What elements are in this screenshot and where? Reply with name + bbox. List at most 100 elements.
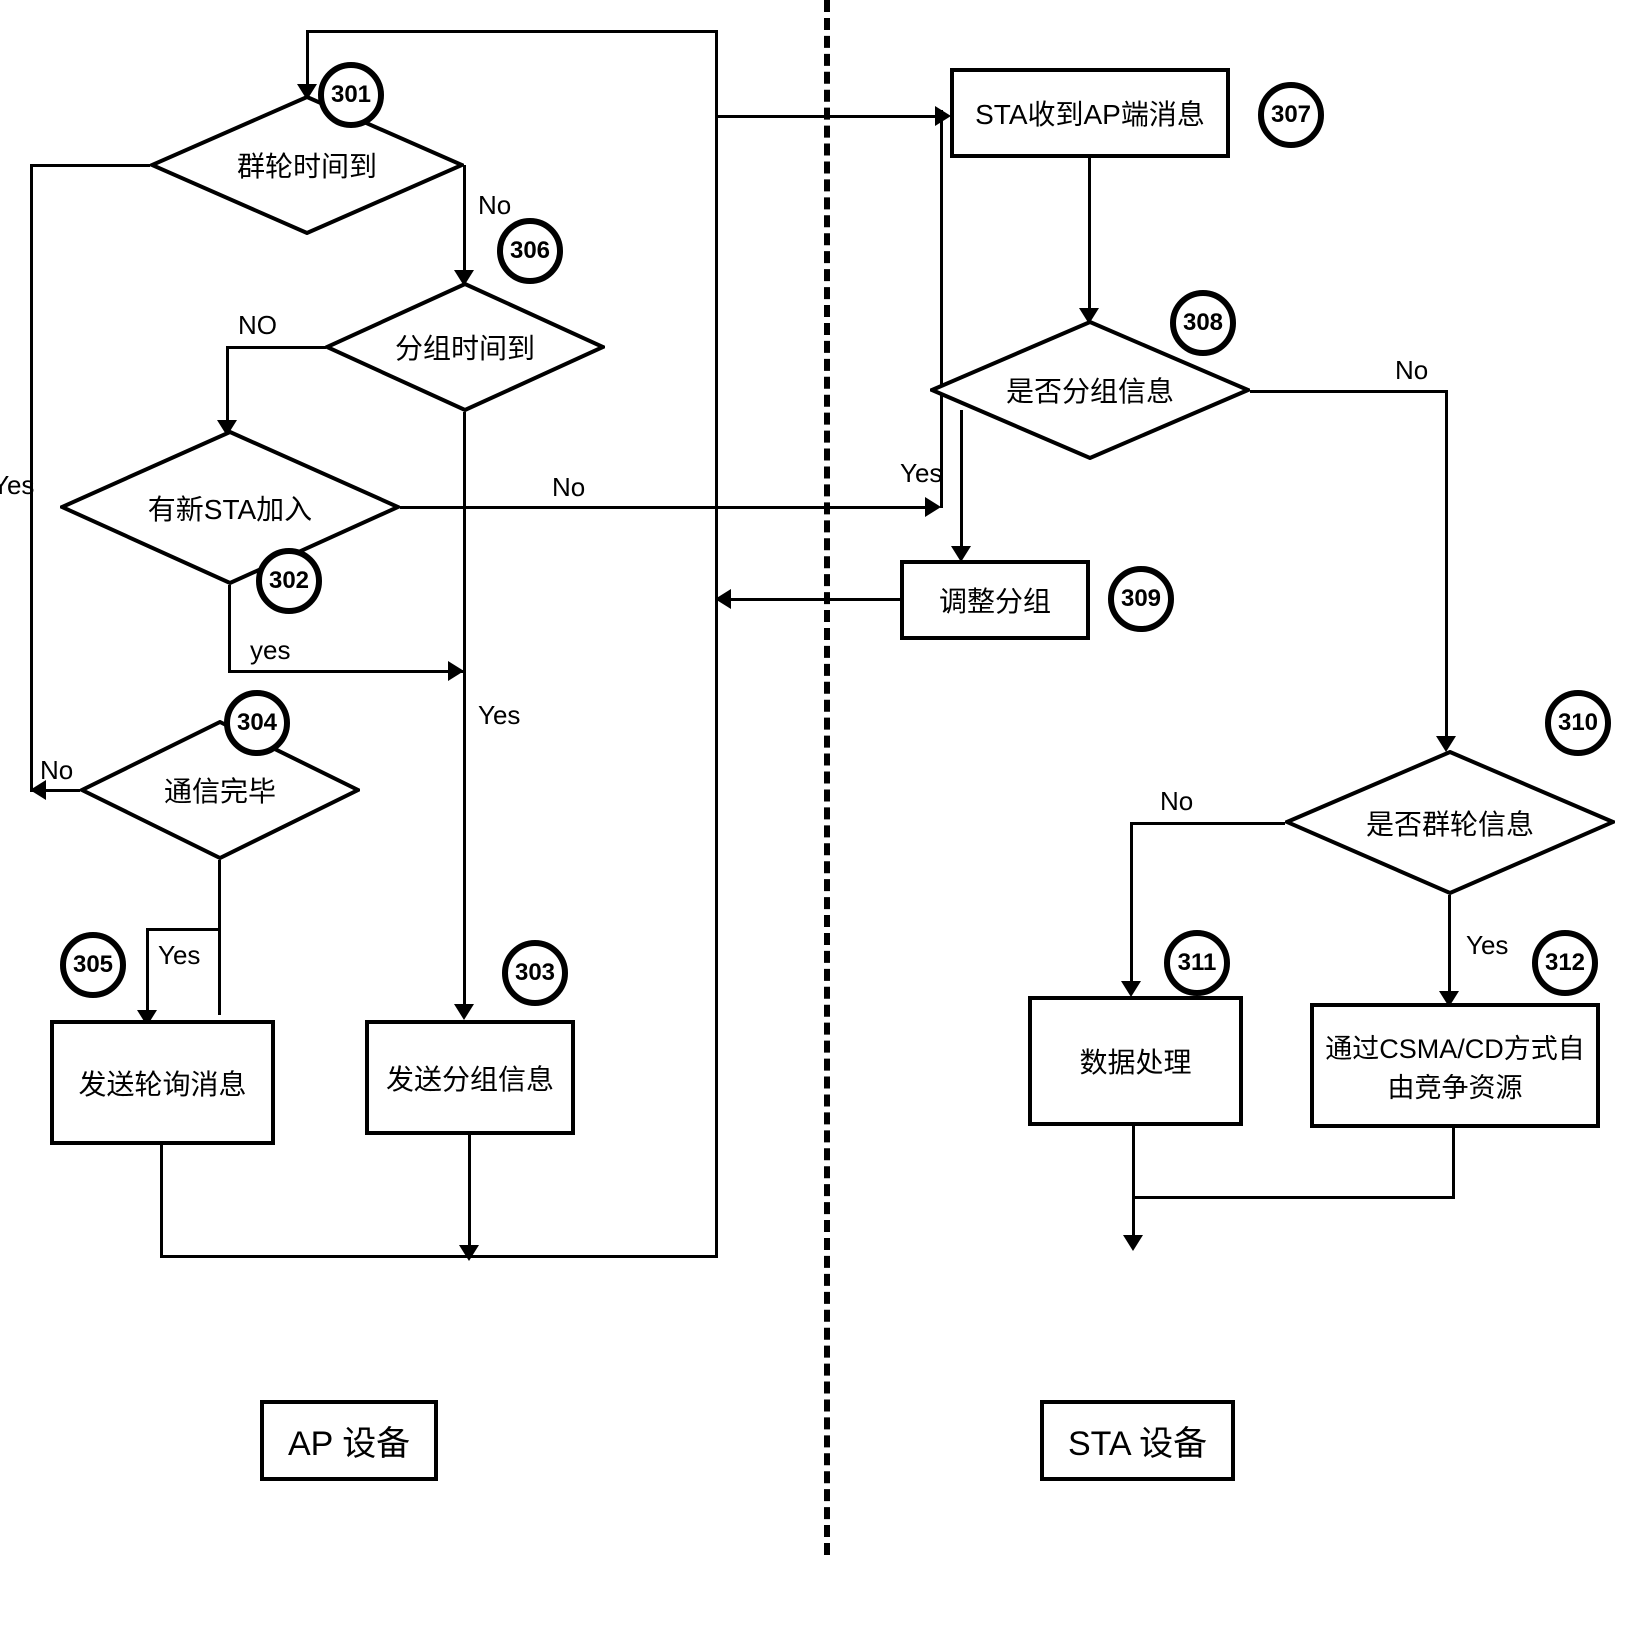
process-data-processing: 数据处理: [1028, 996, 1243, 1126]
ref-num: 305: [73, 951, 113, 979]
connector: [1132, 1126, 1135, 1241]
node-text: 是否群轮信息: [1366, 803, 1534, 843]
ref-num: 311: [1178, 949, 1217, 977]
process-send-packet-info: 发送分组信息: [365, 1020, 575, 1135]
ref-circle-310: 310: [1545, 690, 1611, 756]
arrow-icon: [935, 106, 951, 126]
connector: [30, 164, 150, 167]
connector: [960, 410, 963, 550]
connector: [228, 585, 231, 670]
arrow-icon: [448, 661, 464, 681]
arrow-icon: [715, 589, 731, 609]
decision-is-group-poll-info: 是否群轮信息: [1285, 750, 1615, 895]
node-text: 通过CSMA/CD方式自由竞争资源: [1318, 1027, 1592, 1105]
node-text: 发送轮询消息: [78, 1063, 246, 1103]
ref-num: 308: [1183, 309, 1223, 337]
sta-device-label: STA 设备: [1040, 1400, 1235, 1481]
decision-new-sta-join: 有新STA加入: [60, 430, 400, 585]
edge-label-yes: Yes: [478, 700, 520, 731]
connector: [306, 30, 715, 33]
ref-num: 302: [269, 567, 309, 595]
ref-circle-306: 306: [497, 218, 563, 284]
connector: [306, 30, 309, 90]
connector: [1132, 1196, 1455, 1199]
ref-circle-311: 311: [1164, 930, 1230, 996]
node-text: 是否分组信息: [1006, 370, 1174, 410]
ref-num: 312: [1545, 949, 1585, 977]
connector: [1250, 390, 1445, 393]
connector: [1088, 158, 1091, 313]
arrow-icon: [454, 1004, 474, 1020]
connector: [160, 1255, 715, 1258]
connector: [715, 598, 900, 601]
connector: [463, 165, 466, 275]
ref-num: 310: [1558, 709, 1598, 737]
ref-circle-309: 309: [1108, 566, 1174, 632]
edge-label-no-upper: NO: [238, 310, 277, 341]
ref-circle-304: 304: [224, 690, 290, 756]
node-text: 群轮时间到: [237, 145, 377, 185]
edge-label-no: No: [1395, 355, 1428, 386]
ref-num: 301: [331, 81, 371, 109]
node-text: 调整分组: [939, 580, 1051, 620]
connector: [463, 720, 466, 1008]
process-send-poll-msg: 发送轮询消息: [50, 1020, 275, 1145]
arrow-icon: [1121, 981, 1141, 997]
connector: [226, 346, 229, 426]
process-csma-cd-contention: 通过CSMA/CD方式自由竞争资源: [1310, 1003, 1600, 1128]
node-text: 有新STA加入: [148, 488, 312, 528]
connector: [715, 115, 940, 118]
node-text: 发送分组信息: [386, 1058, 554, 1098]
edge-label-yes-lower: yes: [250, 635, 290, 666]
ref-num: 306: [510, 237, 550, 265]
ref-circle-305: 305: [60, 932, 126, 998]
ref-circle-303: 303: [502, 940, 568, 1006]
ap-device-label: AP 设备: [260, 1400, 438, 1481]
ref-circle-301: 301: [318, 62, 384, 128]
edge-label-yes: Yes: [900, 458, 942, 489]
ref-num: 307: [1271, 101, 1311, 129]
flowchart-container: 群轮时间到 301 No Yes 分组时间到 306 NO Yes 有新STA加…: [0, 0, 1648, 1626]
node-text: STA收到AP端消息: [975, 93, 1205, 133]
connector: [146, 928, 149, 1014]
ref-circle-302: 302: [256, 548, 322, 614]
connector: [1452, 1128, 1455, 1196]
arrow-icon: [1123, 1235, 1143, 1251]
connector: [400, 506, 930, 509]
node-text: 分组时间到: [395, 327, 535, 367]
device-label-text: STA 设备: [1068, 1425, 1207, 1463]
arrow-icon: [925, 497, 941, 517]
arrow-icon: [459, 1245, 479, 1261]
connector: [1445, 390, 1448, 741]
connector: [1448, 895, 1451, 995]
connector: [218, 860, 221, 1015]
device-label-text: AP 设备: [288, 1425, 410, 1463]
node-text: 通信完毕: [164, 770, 276, 810]
node-text: 数据处理: [1079, 1041, 1191, 1081]
edge-label-no: No: [478, 190, 511, 221]
ref-circle-312: 312: [1532, 930, 1598, 996]
connector: [715, 115, 718, 1258]
ref-circle-307: 307: [1258, 82, 1324, 148]
connector: [1130, 822, 1133, 987]
connector: [160, 1145, 163, 1255]
ref-num: 304: [237, 709, 277, 737]
connector: [715, 30, 718, 120]
divider-line: [824, 0, 830, 1555]
decision-packet-time: 分组时间到: [325, 282, 605, 412]
connector: [226, 346, 326, 349]
connector: [228, 670, 466, 673]
decision-group-poll-time: 群轮时间到: [150, 95, 464, 235]
arrow-icon: [30, 780, 46, 800]
process-sta-receive-msg: STA收到AP端消息: [950, 68, 1230, 158]
edge-label-yes: Yes: [158, 940, 200, 971]
edge-label-yes: Yes: [0, 470, 34, 501]
edge-label-yes: Yes: [1466, 930, 1508, 961]
process-adjust-group: 调整分组: [900, 560, 1090, 640]
connector: [468, 1135, 471, 1257]
ref-num: 309: [1121, 585, 1161, 613]
decision-comm-complete: 通信完毕: [80, 720, 360, 860]
connector: [146, 928, 219, 931]
edge-label-no: No: [1160, 786, 1193, 817]
edge-label-no: No: [552, 472, 585, 503]
